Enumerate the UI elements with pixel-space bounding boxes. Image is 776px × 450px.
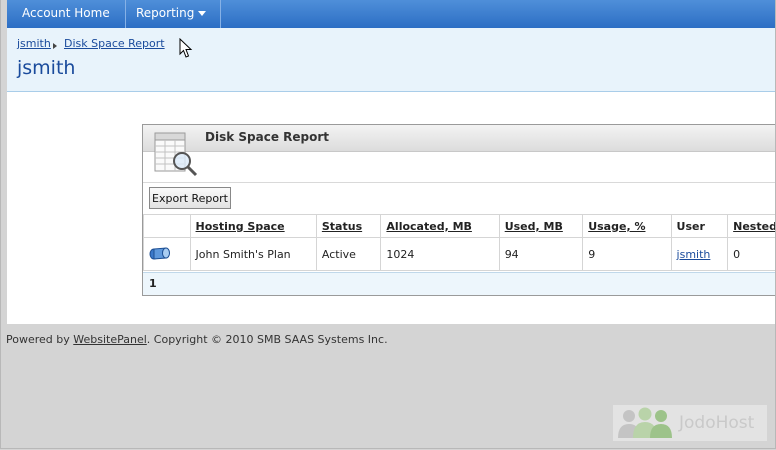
mouse-pointer-icon [179,38,193,58]
column-header-icon [143,214,191,238]
cell-hosting-space: John Smith's Plan [189,237,317,271]
people-logo-icon [618,407,672,438]
table-pager: 1 [143,272,775,295]
triangle-right-icon [53,43,57,49]
column-header-user: User [670,214,729,238]
column-header-usage[interactable]: Usage, % [582,214,672,238]
column-header-hosting-space[interactable]: Hosting Space [189,214,317,238]
column-header-nested[interactable]: Nested [727,214,775,238]
column-header-used[interactable]: Used, MB [498,214,584,238]
cell-usage: 9 [582,237,672,271]
breadcrumb-user-link[interactable]: jsmith [17,37,51,50]
panel-header: Disk Space Report [143,125,775,152]
cell-status: Active [315,237,382,271]
table-row: John Smith's Plan Active 1024 94 9 jsmit… [143,237,775,271]
disk-space-table: Hosting Space Status Allocated, MB Used,… [143,214,775,271]
column-header-allocated[interactable]: Allocated, MB [380,214,500,238]
cell-user: jsmith [670,237,729,271]
user-link[interactable]: jsmith [677,248,711,261]
app-window: Account Home Reporting jsmith Disk Space… [0,0,776,449]
pager-current-page: 1 [149,277,157,290]
report-magnifier-icon [154,132,198,177]
breadcrumb-report-link[interactable]: Disk Space Report [64,37,165,50]
disk-space-report-panel: Disk Space Report Export Report Hosting … [142,124,775,296]
nav-account-home[interactable]: Account Home [7,0,126,28]
cell-nested: 0 [727,237,775,271]
top-navigation: Account Home Reporting [7,0,775,29]
nav-reporting-label: Reporting [136,6,195,20]
footer-copyright: . Copyright © 2010 SMB SAAS Systems Inc. [146,333,388,346]
table-header-row: Hosting Space Status Allocated, MB Used,… [143,214,775,238]
export-report-button[interactable]: Export Report [149,187,231,209]
hosting-space-icon [149,246,170,260]
panel-title: Disk Space Report [205,130,330,144]
watermark-text: JodoHost [679,413,755,433]
cell-allocated: 1024 [380,237,500,271]
chevron-down-icon[interactable] [198,11,206,16]
row-icon-cell [143,237,191,271]
watermark: JodoHost [613,405,767,441]
main-content: Disk Space Report Export Report Hosting … [7,92,775,324]
nav-reporting[interactable]: Reporting [121,0,221,28]
footer-prefix: Powered by [6,333,74,346]
page-header: jsmith Disk Space Report jsmith [7,28,775,92]
footer: Powered by WebsitePanel. Copyright © 201… [6,333,388,346]
websitepanel-link[interactable]: WebsitePanel [73,333,147,346]
column-header-status[interactable]: Status [315,214,382,238]
cell-used: 94 [498,237,584,271]
panel-divider [143,182,775,183]
page-title: jsmith [17,57,76,79]
